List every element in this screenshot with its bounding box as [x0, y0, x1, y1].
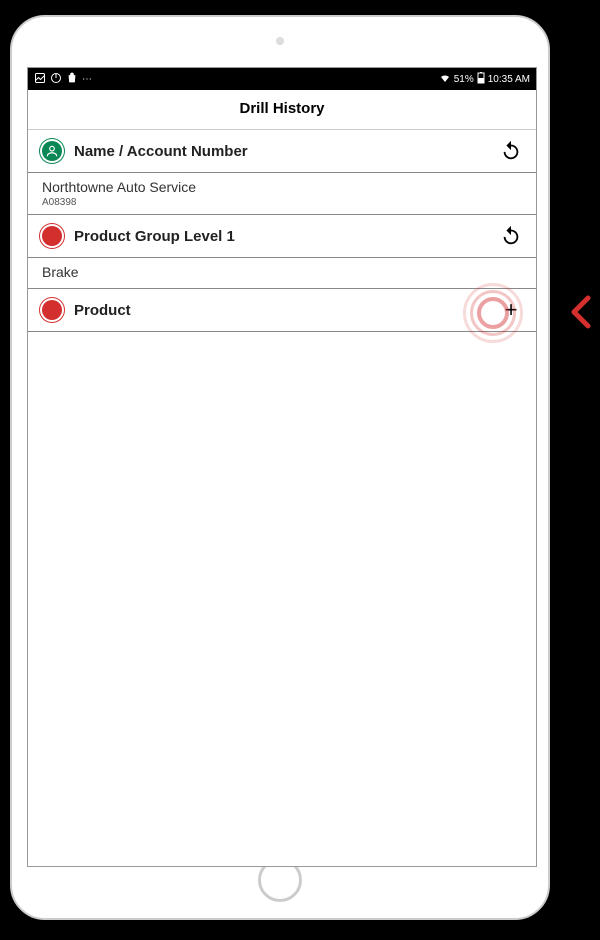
drill-label: Name / Account Number: [74, 143, 498, 160]
undo-button[interactable]: [498, 223, 524, 249]
account-number: A08398: [42, 197, 524, 208]
power-icon: [50, 72, 62, 87]
drill-row-name-account[interactable]: Name / Account Number: [28, 130, 536, 173]
person-icon: [40, 139, 64, 163]
status-left: ⋯: [34, 72, 93, 87]
drill-row-product-group[interactable]: Product Group Level 1: [28, 215, 536, 258]
circle-icon: [40, 224, 64, 248]
chevron-left-icon: [566, 292, 596, 337]
drill-label: Product Group Level 1: [74, 228, 498, 245]
product-group-name: Brake: [42, 264, 524, 280]
drill-label: Product: [74, 302, 498, 319]
tablet-camera: [276, 37, 284, 45]
page-title: Drill History: [28, 90, 536, 130]
bag-icon: [66, 72, 78, 87]
wifi-icon: [439, 72, 451, 87]
circle-icon: [40, 298, 64, 322]
battery-icon: [477, 72, 485, 87]
android-status-bar: ⋯ 51% 10:35 AM: [28, 68, 536, 90]
selected-account: Northtowne Auto Service A08398: [28, 173, 536, 215]
undo-button[interactable]: [498, 138, 524, 164]
clock-time: 10:35 AM: [488, 74, 530, 85]
tablet-frame: ⋯ 51% 10:35 AM Drill History Name / Acco…: [10, 15, 550, 920]
image-icon: [34, 72, 46, 87]
more-icon: ⋯: [82, 74, 93, 85]
selected-product-group: Brake: [28, 258, 536, 289]
add-button[interactable]: +: [498, 297, 524, 323]
status-right: 51% 10:35 AM: [439, 72, 530, 87]
account-name: Northtowne Auto Service: [42, 179, 524, 195]
drill-row-product[interactable]: Product +: [28, 289, 536, 332]
battery-percent: 51%: [454, 74, 474, 85]
app-screen: ⋯ 51% 10:35 AM Drill History Name / Acco…: [27, 67, 537, 867]
